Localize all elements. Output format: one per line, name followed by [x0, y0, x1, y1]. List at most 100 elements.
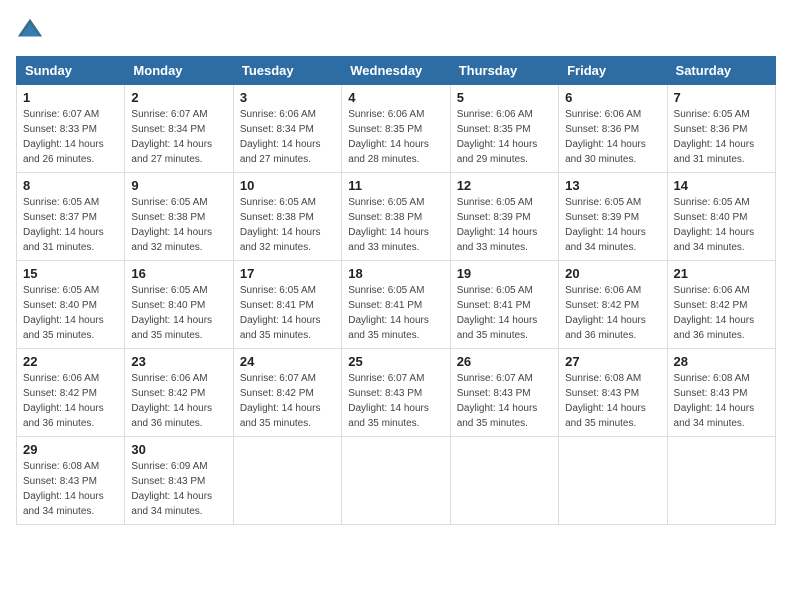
- day-number: 14: [674, 178, 769, 193]
- day-number: 18: [348, 266, 443, 281]
- day-number: 3: [240, 90, 335, 105]
- calendar-cell: 17 Sunrise: 6:05 AMSunset: 8:41 PMDayligh…: [233, 261, 341, 349]
- calendar-cell: 24 Sunrise: 6:07 AMSunset: 8:42 PMDayligh…: [233, 349, 341, 437]
- logo: [16, 16, 48, 44]
- calendar-cell: 27 Sunrise: 6:08 AMSunset: 8:43 PMDayligh…: [559, 349, 667, 437]
- day-info: Sunrise: 6:08 AMSunset: 8:43 PMDaylight:…: [565, 371, 660, 431]
- calendar-cell: [559, 437, 667, 525]
- calendar-header-row: SundayMondayTuesdayWednesdayThursdayFrid…: [17, 57, 776, 85]
- day-number: 4: [348, 90, 443, 105]
- day-number: 25: [348, 354, 443, 369]
- day-info: Sunrise: 6:05 AMSunset: 8:39 PMDaylight:…: [457, 195, 552, 255]
- day-info: Sunrise: 6:05 AMSunset: 8:41 PMDaylight:…: [240, 283, 335, 343]
- day-info: Sunrise: 6:05 AMSunset: 8:37 PMDaylight:…: [23, 195, 118, 255]
- calendar-cell: 22 Sunrise: 6:06 AMSunset: 8:42 PMDayligh…: [17, 349, 125, 437]
- day-info: Sunrise: 6:07 AMSunset: 8:43 PMDaylight:…: [457, 371, 552, 431]
- day-info: Sunrise: 6:06 AMSunset: 8:35 PMDaylight:…: [348, 107, 443, 167]
- calendar-cell: [342, 437, 450, 525]
- day-info: Sunrise: 6:05 AMSunset: 8:38 PMDaylight:…: [240, 195, 335, 255]
- calendar-cell: 23 Sunrise: 6:06 AMSunset: 8:42 PMDayligh…: [125, 349, 233, 437]
- calendar-cell: [667, 437, 775, 525]
- calendar-cell: 13 Sunrise: 6:05 AMSunset: 8:39 PMDayligh…: [559, 173, 667, 261]
- day-info: Sunrise: 6:07 AMSunset: 8:34 PMDaylight:…: [131, 107, 226, 167]
- day-number: 23: [131, 354, 226, 369]
- day-info: Sunrise: 6:06 AMSunset: 8:42 PMDaylight:…: [565, 283, 660, 343]
- calendar-cell: 1Sunrise: 6:07 AMSunset: 8:33 PMDaylight…: [17, 85, 125, 173]
- day-number: 27: [565, 354, 660, 369]
- calendar-week-5: 29Sunrise: 6:08 AMSunset: 8:43 PMDayligh…: [17, 437, 776, 525]
- day-info: Sunrise: 6:06 AMSunset: 8:34 PMDaylight:…: [240, 107, 335, 167]
- day-number: 15: [23, 266, 118, 281]
- day-info: Sunrise: 6:06 AMSunset: 8:42 PMDaylight:…: [674, 283, 769, 343]
- day-number: 19: [457, 266, 552, 281]
- calendar-week-2: 8Sunrise: 6:05 AMSunset: 8:37 PMDaylight…: [17, 173, 776, 261]
- calendar-cell: 19 Sunrise: 6:05 AMSunset: 8:41 PMDayligh…: [450, 261, 558, 349]
- day-number: 20: [565, 266, 660, 281]
- day-info: Sunrise: 6:05 AMSunset: 8:40 PMDaylight:…: [674, 195, 769, 255]
- day-number: 30: [131, 442, 226, 457]
- calendar-cell: [450, 437, 558, 525]
- calendar-cell: 26 Sunrise: 6:07 AMSunset: 8:43 PMDayligh…: [450, 349, 558, 437]
- calendar-cell: 4 Sunrise: 6:06 AMSunset: 8:35 PMDaylight…: [342, 85, 450, 173]
- day-info: Sunrise: 6:07 AMSunset: 8:42 PMDaylight:…: [240, 371, 335, 431]
- day-info: Sunrise: 6:09 AMSunset: 8:43 PMDaylight:…: [131, 459, 226, 519]
- calendar-week-4: 22 Sunrise: 6:06 AMSunset: 8:42 PMDayligh…: [17, 349, 776, 437]
- day-info: Sunrise: 6:05 AMSunset: 8:41 PMDaylight:…: [348, 283, 443, 343]
- day-info: Sunrise: 6:06 AMSunset: 8:42 PMDaylight:…: [131, 371, 226, 431]
- calendar-cell: 25 Sunrise: 6:07 AMSunset: 8:43 PMDayligh…: [342, 349, 450, 437]
- calendar-cell: 8Sunrise: 6:05 AMSunset: 8:37 PMDaylight…: [17, 173, 125, 261]
- day-number: 13: [565, 178, 660, 193]
- calendar-cell: 3 Sunrise: 6:06 AMSunset: 8:34 PMDaylight…: [233, 85, 341, 173]
- day-info: Sunrise: 6:07 AMSunset: 8:33 PMDaylight:…: [23, 107, 118, 167]
- day-number: 28: [674, 354, 769, 369]
- calendar-cell: 14 Sunrise: 6:05 AMSunset: 8:40 PMDayligh…: [667, 173, 775, 261]
- day-info: Sunrise: 6:06 AMSunset: 8:35 PMDaylight:…: [457, 107, 552, 167]
- logo-icon: [16, 16, 44, 44]
- calendar-week-3: 15 Sunrise: 6:05 AMSunset: 8:40 PMDayligh…: [17, 261, 776, 349]
- day-info: Sunrise: 6:05 AMSunset: 8:40 PMDaylight:…: [131, 283, 226, 343]
- day-number: 16: [131, 266, 226, 281]
- calendar-cell: 20 Sunrise: 6:06 AMSunset: 8:42 PMDayligh…: [559, 261, 667, 349]
- calendar-cell: 9 Sunrise: 6:05 AMSunset: 8:38 PMDaylight…: [125, 173, 233, 261]
- day-number: 9: [131, 178, 226, 193]
- day-info: Sunrise: 6:05 AMSunset: 8:38 PMDaylight:…: [131, 195, 226, 255]
- calendar-cell: 10 Sunrise: 6:05 AMSunset: 8:38 PMDayligh…: [233, 173, 341, 261]
- calendar-header-thursday: Thursday: [450, 57, 558, 85]
- calendar-cell: 5Sunrise: 6:06 AMSunset: 8:35 PMDaylight…: [450, 85, 558, 173]
- day-info: Sunrise: 6:05 AMSunset: 8:38 PMDaylight:…: [348, 195, 443, 255]
- day-number: 10: [240, 178, 335, 193]
- day-info: Sunrise: 6:06 AMSunset: 8:36 PMDaylight:…: [565, 107, 660, 167]
- calendar-cell: 29Sunrise: 6:08 AMSunset: 8:43 PMDayligh…: [17, 437, 125, 525]
- calendar-cell: [233, 437, 341, 525]
- calendar-week-1: 1Sunrise: 6:07 AMSunset: 8:33 PMDaylight…: [17, 85, 776, 173]
- day-info: Sunrise: 6:06 AMSunset: 8:42 PMDaylight:…: [23, 371, 118, 431]
- day-number: 7: [674, 90, 769, 105]
- calendar-header-saturday: Saturday: [667, 57, 775, 85]
- day-number: 26: [457, 354, 552, 369]
- calendar-header-sunday: Sunday: [17, 57, 125, 85]
- day-info: Sunrise: 6:07 AMSunset: 8:43 PMDaylight:…: [348, 371, 443, 431]
- calendar-cell: 2 Sunrise: 6:07 AMSunset: 8:34 PMDaylight…: [125, 85, 233, 173]
- day-number: 2: [131, 90, 226, 105]
- calendar-header-monday: Monday: [125, 57, 233, 85]
- day-number: 24: [240, 354, 335, 369]
- calendar-cell: 28 Sunrise: 6:08 AMSunset: 8:43 PMDayligh…: [667, 349, 775, 437]
- day-info: Sunrise: 6:08 AMSunset: 8:43 PMDaylight:…: [674, 371, 769, 431]
- calendar-cell: 15 Sunrise: 6:05 AMSunset: 8:40 PMDayligh…: [17, 261, 125, 349]
- day-number: 22: [23, 354, 118, 369]
- day-info: Sunrise: 6:05 AMSunset: 8:40 PMDaylight:…: [23, 283, 118, 343]
- calendar-header-friday: Friday: [559, 57, 667, 85]
- calendar-cell: 21Sunrise: 6:06 AMSunset: 8:42 PMDayligh…: [667, 261, 775, 349]
- calendar-cell: 7 Sunrise: 6:05 AMSunset: 8:36 PMDaylight…: [667, 85, 775, 173]
- calendar-cell: 12 Sunrise: 6:05 AMSunset: 8:39 PMDayligh…: [450, 173, 558, 261]
- calendar-cell: 30 Sunrise: 6:09 AMSunset: 8:43 PMDayligh…: [125, 437, 233, 525]
- day-number: 11: [348, 178, 443, 193]
- day-info: Sunrise: 6:05 AMSunset: 8:36 PMDaylight:…: [674, 107, 769, 167]
- day-number: 17: [240, 266, 335, 281]
- day-number: 12: [457, 178, 552, 193]
- calendar-cell: 11 Sunrise: 6:05 AMSunset: 8:38 PMDayligh…: [342, 173, 450, 261]
- day-info: Sunrise: 6:05 AMSunset: 8:39 PMDaylight:…: [565, 195, 660, 255]
- day-number: 29: [23, 442, 118, 457]
- calendar-cell: 6Sunrise: 6:06 AMSunset: 8:36 PMDaylight…: [559, 85, 667, 173]
- day-info: Sunrise: 6:05 AMSunset: 8:41 PMDaylight:…: [457, 283, 552, 343]
